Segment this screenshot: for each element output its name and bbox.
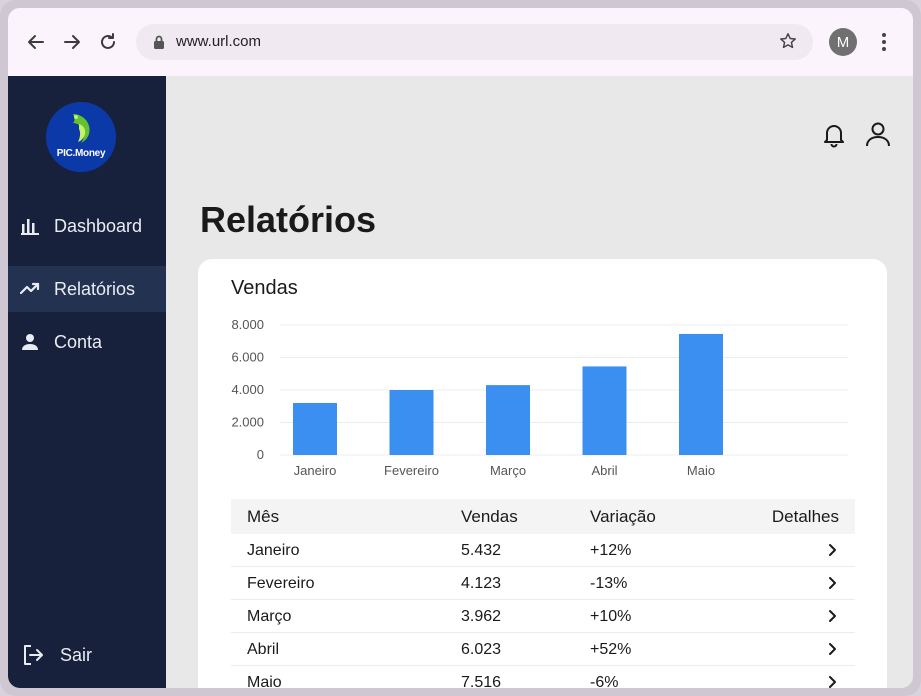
profile-avatar[interactable]: M <box>829 28 857 56</box>
chevron-right-icon[interactable] <box>825 609 839 623</box>
sales-card: Vendas 8.000 6.000 4.000 2.000 0 Janeiro Fever… <box>198 259 887 688</box>
sidebar-item-dashboard[interactable]: Dashboard <box>8 203 166 249</box>
card-title: Vendas <box>231 277 298 299</box>
month-cell: Março <box>247 608 292 625</box>
x-tick-label: Fevereiro <box>384 463 439 478</box>
browser-window: www.url.com M PIC.Money Dashboard Relató… <box>8 8 913 688</box>
bar[interactable] <box>582 366 627 455</box>
logout-icon <box>22 644 44 666</box>
bar[interactable] <box>389 390 434 455</box>
star-icon[interactable] <box>779 32 797 50</box>
arrow-right-icon <box>64 35 80 49</box>
header-vendas: Vendas <box>461 507 518 526</box>
variation-cell: +10% <box>590 608 632 625</box>
url-text: www.url.com <box>176 33 262 50</box>
y-tick-label: 6.000 <box>231 350 264 365</box>
bar-chart-icon <box>19 215 41 237</box>
logout-label: Sair <box>60 644 93 665</box>
logo-text: PIC.Money <box>56 148 106 159</box>
logo: PIC.Money <box>46 102 116 172</box>
variation-cell: +12% <box>590 542 632 559</box>
sidebar-item-relatorios[interactable]: Relatórios <box>8 266 166 312</box>
sales-cell: 3.962 <box>461 608 502 625</box>
user-icon <box>866 122 890 147</box>
y-tick-label: 0 <box>257 447 264 462</box>
variation-cell: -6% <box>590 674 619 688</box>
month-cell: Maio <box>247 674 282 688</box>
sales-cell: 5.432 <box>461 542 502 559</box>
table-row[interactable]: Janeiro 5.432 +12% <box>231 534 855 567</box>
address-bar[interactable]: www.url.com <box>136 24 813 60</box>
more-menu-icon[interactable] <box>874 30 894 54</box>
sales-table: Mês Vendas Variação Detalhes Janeiro 5.43… <box>231 499 855 688</box>
x-tick-label: Janeiro <box>294 463 337 478</box>
y-tick-label: 4.000 <box>231 382 264 397</box>
logo-mark-icon <box>73 114 90 143</box>
y-tick-label: 8.000 <box>231 317 264 332</box>
logout-button[interactable]: Sair <box>8 632 166 678</box>
table-row[interactable]: Março 3.962 +10% <box>231 600 855 633</box>
header-mes: Mês <box>247 507 280 526</box>
sidebar-item-conta[interactable]: Conta <box>8 319 166 365</box>
chevron-right-icon[interactable] <box>825 576 839 590</box>
sales-cell: 7.516 <box>461 674 502 688</box>
header-variacao: Variação <box>590 507 656 526</box>
table-row[interactable]: Fevereiro 4.123 -13% <box>231 567 855 600</box>
table-body: Janeiro 5.432 +12% Fevereiro 4.123 -13% Março 3… <box>231 534 855 688</box>
variation-cell: +52% <box>590 641 632 658</box>
sales-bar-chart: 8.000 6.000 4.000 2.000 0 Janeiro Fevereiro Mar… <box>231 317 848 478</box>
back-button[interactable] <box>24 30 48 54</box>
x-tick-label: Maio <box>687 463 715 478</box>
month-cell: Janeiro <box>247 542 300 559</box>
table-row[interactable]: Maio 7.516 -6% <box>231 666 855 688</box>
header-detalhes: Detalhes <box>771 507 839 526</box>
main-content: Relatórios Vendas 8.000 6.000 4.000 2.000 0 J… <box>166 76 913 688</box>
variation-cell: -13% <box>590 575 628 592</box>
sidebar-item-label: Dashboard <box>54 215 143 236</box>
chevron-right-icon[interactable] <box>825 642 839 656</box>
bar[interactable] <box>293 403 337 455</box>
person-icon <box>19 331 41 353</box>
trending-up-icon <box>19 278 41 300</box>
month-cell: Fevereiro <box>247 575 315 592</box>
user-profile-button[interactable] <box>864 120 892 148</box>
sidebar-item-label: Conta <box>54 331 103 352</box>
bar[interactable] <box>679 333 723 455</box>
sidebar-item-label: Relatórios <box>54 278 136 299</box>
x-tick-label: Abril <box>591 463 617 478</box>
bar[interactable] <box>486 385 530 455</box>
reload-button[interactable] <box>96 30 120 54</box>
device-frame: www.url.com M PIC.Money Dashboard Relató… <box>0 0 921 696</box>
month-cell: Abril <box>247 641 280 658</box>
browser-toolbar: www.url.com M <box>8 8 913 76</box>
sidebar: PIC.Money Dashboard Relatórios Conta Sai… <box>8 76 166 688</box>
sales-cell: 4.123 <box>461 575 502 592</box>
table-row[interactable]: Abril 6.023 +52% <box>231 633 855 666</box>
sales-cell: 6.023 <box>461 641 502 658</box>
forward-button[interactable] <box>60 30 84 54</box>
arrow-left-icon <box>28 35 44 49</box>
chevron-right-icon[interactable] <box>825 675 839 688</box>
reload-icon <box>101 33 115 49</box>
x-tick-label: Março <box>490 463 526 478</box>
page-title: Relatórios <box>200 199 377 240</box>
chevron-right-icon[interactable] <box>825 543 839 557</box>
y-tick-label: 2.000 <box>231 415 264 430</box>
table-header-row: Mês Vendas Variação Detalhes <box>231 499 855 534</box>
bell-icon <box>824 125 844 148</box>
notifications-button[interactable] <box>820 120 848 148</box>
lock-icon <box>154 35 164 49</box>
